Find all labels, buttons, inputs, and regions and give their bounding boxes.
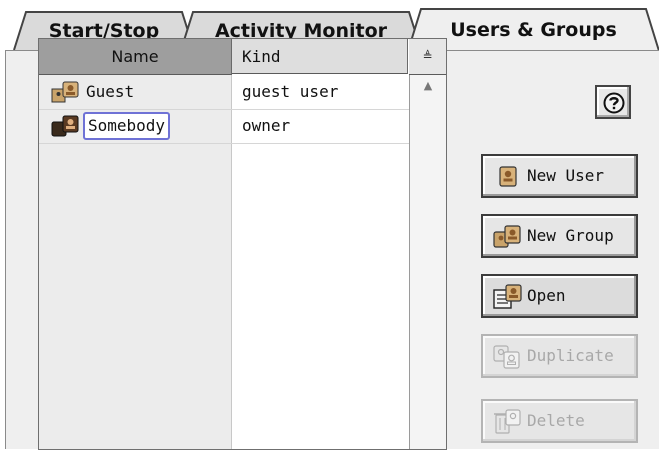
delete-label: Delete — [527, 411, 585, 430]
new-group-icon — [493, 225, 521, 248]
user-kind: owner — [242, 116, 291, 135]
open-label: Open — [527, 286, 566, 305]
column-header-name[interactable]: Name — [39, 39, 232, 75]
delete-button[interactable]: Delete — [481, 399, 638, 443]
list-row-guest[interactable]: Guest guest user — [39, 75, 409, 110]
help-button[interactable] — [595, 85, 631, 119]
question-icon — [603, 92, 625, 114]
scroll-up-arrow-icon[interactable]: ▲ — [410, 75, 446, 97]
open-icon — [493, 284, 522, 309]
new-user-button[interactable]: New User — [481, 154, 638, 198]
duplicate-label: Duplicate — [527, 346, 614, 365]
user-name-edit-field[interactable]: Somebody — [83, 112, 171, 140]
delete-icon — [494, 409, 521, 434]
open-button[interactable]: Open — [481, 274, 638, 318]
sort-direction-icon[interactable]: ≜ — [409, 39, 446, 75]
vertical-scrollbar[interactable]: ▲ — [409, 75, 446, 449]
guest-user-icon — [51, 81, 79, 103]
list-row-somebody[interactable]: Somebody owner — [39, 109, 409, 144]
new-group-label: New Group — [527, 226, 614, 245]
duplicate-button[interactable]: Duplicate — [481, 334, 638, 378]
user-kind: guest user — [242, 82, 339, 101]
list-header: Name Kind ≜ — [39, 39, 446, 75]
new-user-label: New User — [527, 166, 605, 185]
users-list[interactable]: Name Kind ≜ Guest guest user Somebody ow… — [38, 38, 447, 450]
column-header-kind[interactable]: Kind — [232, 39, 408, 74]
duplicate-icon — [493, 345, 520, 369]
owner-user-icon — [51, 115, 79, 137]
new-group-button[interactable]: New Group — [481, 214, 638, 258]
new-user-icon — [499, 166, 517, 187]
user-name: Guest — [86, 82, 135, 101]
